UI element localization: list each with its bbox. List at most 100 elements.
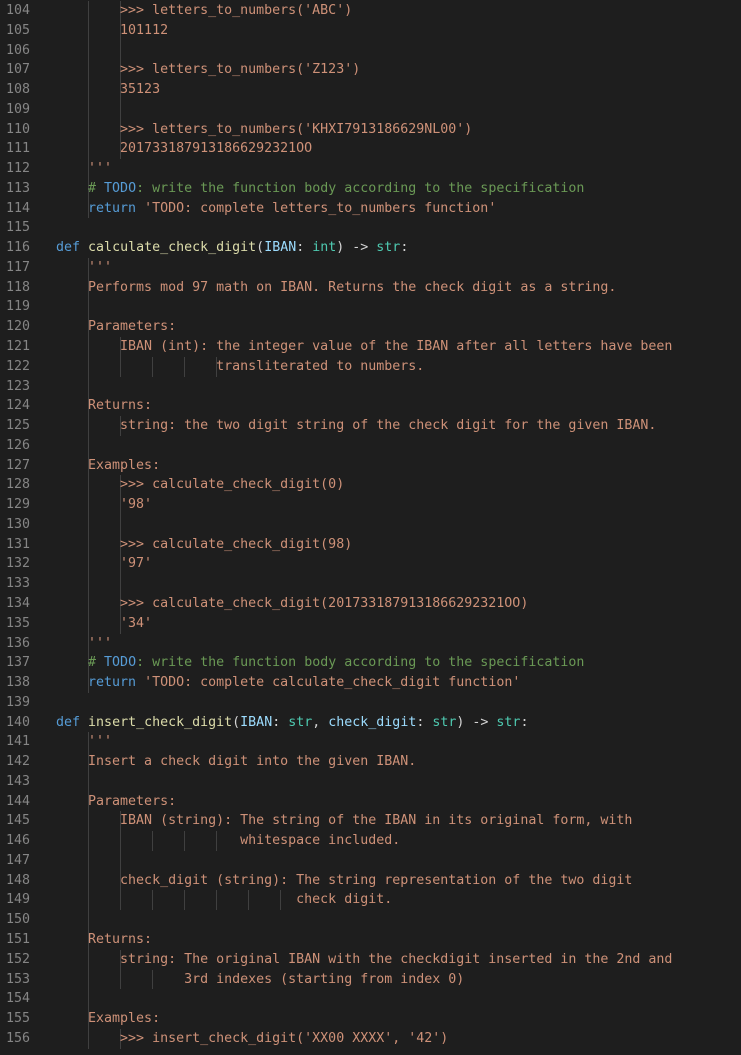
- code-token: 'TODO: complete letters_to_numbers funct…: [136, 200, 497, 216]
- code-line[interactable]: 126: [0, 435, 741, 456]
- code-line[interactable]: 111 2017331879131866292321OO: [0, 139, 741, 160]
- code-line[interactable]: 122 transliterated to numbers.: [0, 356, 741, 377]
- code-text: Examples:: [56, 1009, 160, 1029]
- code-line[interactable]: 112 ''': [0, 159, 741, 179]
- code-line[interactable]: 129 '98': [0, 495, 741, 515]
- line-number: 126: [5, 437, 30, 453]
- code-token: check_digit (string): The string represe…: [56, 872, 633, 888]
- code-line[interactable]: 123: [0, 376, 741, 397]
- line-number: 154: [5, 991, 30, 1007]
- code-line[interactable]: 137 # TODO: write the function body acco…: [0, 653, 741, 674]
- line-number: 128: [5, 477, 30, 493]
- code-line[interactable]: 152 string: The original IBAN with the c…: [0, 949, 741, 970]
- code-line[interactable]: 114 return 'TODO: complete letters_to_nu…: [0, 198, 741, 219]
- code-line[interactable]: 154: [0, 989, 741, 1010]
- code-line[interactable]: 144 Parameters:: [0, 791, 741, 812]
- code-line[interactable]: 120 Parameters:: [0, 317, 741, 338]
- code-token: ''': [56, 259, 113, 275]
- line-number: 129: [5, 497, 30, 513]
- code-line[interactable]: 132 '97': [0, 554, 741, 575]
- code-line[interactable]: 109: [0, 99, 741, 120]
- code-line[interactable]: 125 string: the two digit string of the …: [0, 416, 741, 436]
- code-line[interactable]: 128 >>> calculate_check_digit(0): [0, 475, 741, 496]
- line-number: 137: [5, 655, 30, 671]
- code-line[interactable]: 121 IBAN (int): the integer value of the…: [0, 337, 741, 357]
- code-token: 35123: [56, 82, 161, 98]
- code-line[interactable]: 153 3rd indexes (starting from index 0): [0, 969, 741, 990]
- line-number: 156: [5, 1030, 30, 1046]
- code-token: :: [400, 240, 409, 256]
- code-token: calculate_check_digit: [88, 240, 257, 256]
- code-line[interactable]: 150: [0, 910, 741, 930]
- code-token: Performs mod 97 math on IBAN. Returns th…: [56, 279, 617, 295]
- code-line[interactable]: 110 >>> letters_to_numbers('KHXI79131866…: [0, 119, 741, 140]
- code-token: : write the function body according to t…: [136, 655, 585, 671]
- code-token: >>> calculate_check_digit(20173318791318…: [56, 595, 529, 611]
- code-line[interactable]: 105 101112: [0, 20, 741, 41]
- code-token: (: [232, 714, 241, 730]
- code-line[interactable]: 117 ''': [0, 257, 741, 278]
- line-number: 138: [5, 675, 30, 691]
- line-number: 142: [5, 754, 30, 770]
- code-token: ) ->: [336, 240, 377, 256]
- code-line[interactable]: 113 # TODO: write the function body acco…: [0, 178, 741, 199]
- indent-guide: [120, 514, 121, 535]
- code-text: Parameters:: [56, 317, 176, 337]
- line-number: 144: [5, 793, 30, 809]
- code-line[interactable]: 116 def calculate_check_digit(IBAN: int) …: [0, 238, 741, 258]
- code-line[interactable]: 115: [0, 218, 741, 238]
- code-line[interactable]: 135 '34': [0, 613, 741, 634]
- code-token: IBAN: [240, 714, 273, 730]
- code-text: Insert a check digit into the given IBAN…: [56, 752, 416, 772]
- code-editor[interactable]: 104 >>> letters_to_numbers('ABC') 105 101…: [0, 0, 741, 1055]
- code-line[interactable]: 118 Performs mod 97 math on IBAN. Return…: [0, 277, 741, 298]
- code-text: IBAN (string): The string of the IBAN in…: [56, 811, 632, 831]
- code-token: :: [296, 240, 313, 256]
- code-line[interactable]: 149 check digit.: [0, 890, 741, 911]
- line-number: 113: [5, 180, 30, 196]
- code-text: def insert_check_digit(IBAN: str, check_…: [56, 713, 528, 733]
- line-number: 133: [5, 576, 30, 592]
- code-line[interactable]: 131 >>> calculate_check_digit(98): [0, 534, 741, 555]
- code-line[interactable]: 104 >>> letters_to_numbers('ABC'): [0, 1, 741, 21]
- code-line[interactable]: 134 >>> calculate_check_digit(2017331879…: [0, 593, 741, 614]
- code-line[interactable]: 130: [0, 514, 741, 535]
- code-line[interactable]: 140 def insert_check_digit(IBAN: str, che…: [0, 713, 741, 733]
- code-line[interactable]: 119: [0, 297, 741, 318]
- code-line[interactable]: 106: [0, 40, 741, 61]
- code-line[interactable]: 107 >>> letters_to_numbers('Z123'): [0, 60, 741, 81]
- code-line[interactable]: 136 ''': [0, 633, 741, 654]
- code-line[interactable]: 156 >>> insert_check_digit('XX00 XXXX', …: [0, 1028, 741, 1049]
- code-line[interactable]: 147: [0, 850, 741, 871]
- code-line[interactable]: 151 Returns:: [0, 929, 741, 950]
- line-number: 109: [5, 101, 30, 117]
- code-line[interactable]: 145 IBAN (string): The string of the IBA…: [0, 811, 741, 832]
- code-line[interactable]: 133: [0, 574, 741, 594]
- code-line[interactable]: 141 ''': [0, 732, 741, 753]
- code-token: whitespace included.: [56, 833, 401, 849]
- indent-guide: [88, 910, 89, 930]
- code-line[interactable]: 142 Insert a check digit into the given …: [0, 752, 741, 772]
- line-number: 141: [5, 734, 30, 750]
- line-number: 143: [5, 773, 30, 789]
- code-line[interactable]: 138 return 'TODO: complete calculate_che…: [0, 673, 741, 693]
- code-text: >>> letters_to_numbers('ABC'): [56, 1, 352, 21]
- code-token: ''': [56, 161, 113, 177]
- code-line[interactable]: 108 35123: [0, 80, 741, 100]
- line-number: 122: [5, 358, 30, 374]
- code-text: >>> insert_check_digit('XX00 XXXX', '42'…: [56, 1029, 448, 1049]
- code-line[interactable]: 124 Returns:: [0, 396, 741, 417]
- code-text: whitespace included.: [56, 831, 400, 851]
- indent-guide: [88, 99, 89, 120]
- code-token: #: [56, 655, 105, 671]
- code-line[interactable]: 148 check_digit (string): The string rep…: [0, 870, 741, 891]
- code-line[interactable]: 139: [0, 693, 741, 713]
- code-line[interactable]: 146 whitespace included.: [0, 831, 741, 851]
- code-line[interactable]: 143: [0, 771, 741, 792]
- code-text: '97': [56, 554, 152, 574]
- code-token: IBAN (int): the integer value of the IBA…: [56, 339, 673, 355]
- code-line[interactable]: 155 Examples:: [0, 1009, 741, 1029]
- code-line[interactable]: 127 Examples:: [0, 455, 741, 476]
- code-token: >>> insert_check_digit('XX00 XXXX', '42'…: [56, 1030, 449, 1046]
